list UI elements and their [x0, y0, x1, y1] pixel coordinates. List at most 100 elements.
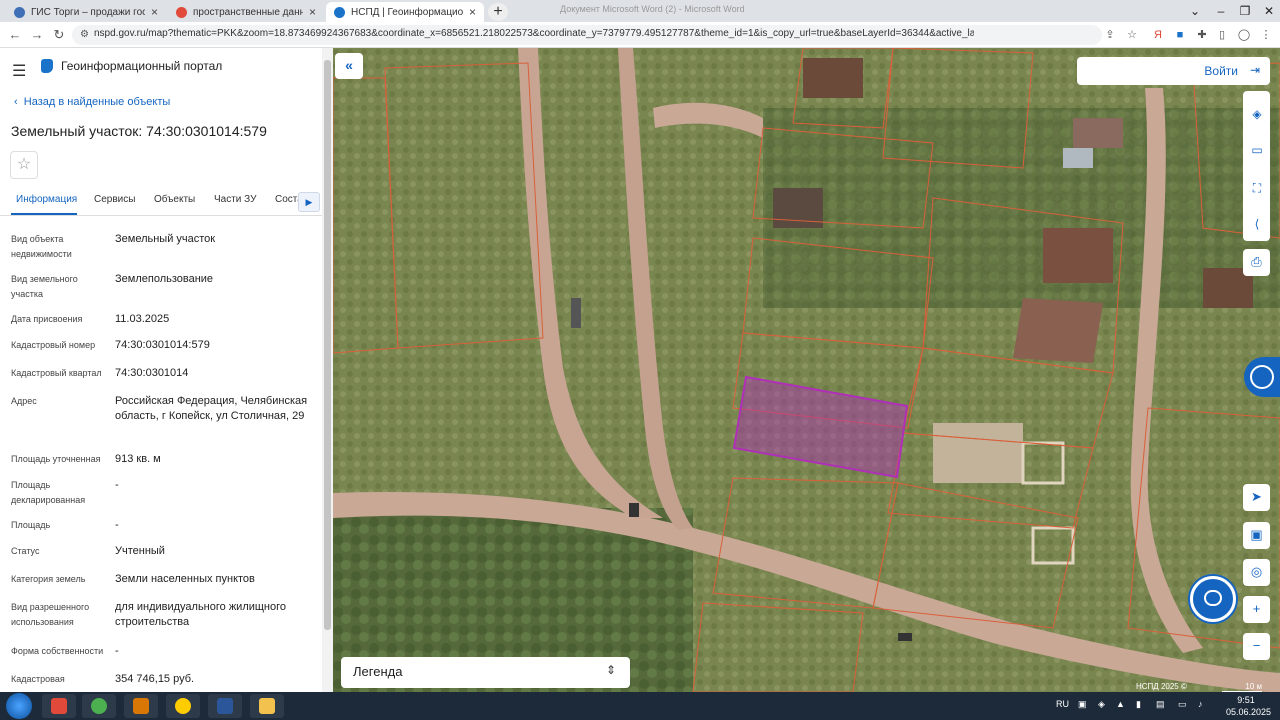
map-tools-panel: ◈ ▭ ⛶ ⟨	[1243, 91, 1270, 241]
feedback-tab-icon[interactable]	[1244, 357, 1280, 397]
attr-value: Учтенный	[115, 545, 165, 557]
clock-time: 9:51	[1237, 695, 1255, 705]
zoom-in-button[interactable]: +	[1243, 596, 1270, 623]
building-roof	[1013, 298, 1103, 363]
extension-icon[interactable]: ■	[1172, 27, 1188, 43]
login-button[interactable]: Войти ⇥	[1077, 57, 1270, 85]
taskbar-clock[interactable]: 9:51 05.06.2025	[1226, 694, 1272, 718]
ruler-icon[interactable]: ▭	[1248, 141, 1266, 159]
new-tab-button[interactable]: +	[488, 3, 508, 21]
panel-tabs: Информация Сервисы Объекты Части ЗУ Сост…	[0, 192, 333, 216]
attr-label: Вид объекта недвижимости	[11, 234, 72, 259]
tab-objects[interactable]: Объекты	[154, 194, 195, 205]
vehicle	[898, 633, 912, 641]
tab-information[interactable]: Информация	[16, 194, 77, 205]
close-tab-icon[interactable]: ×	[469, 5, 476, 19]
collapse-panel-button[interactable]: «	[335, 53, 363, 79]
taskbar-explorer[interactable]	[250, 694, 284, 718]
geolocation-icon[interactable]: ◎	[1243, 559, 1270, 586]
attr-value: Российская Федерация, Челябинская област…	[115, 395, 308, 422]
tab-services[interactable]: Сервисы	[94, 194, 135, 205]
attr-label: Адрес	[11, 396, 37, 406]
bookmark-star-icon[interactable]: ☆	[1124, 27, 1140, 43]
close-window-button[interactable]: ✕	[1254, 0, 1280, 22]
chevron-left-icon: ‹	[14, 96, 24, 108]
clock-date: 05.06.2025	[1226, 707, 1272, 717]
windows-start-button[interactable]	[6, 693, 32, 719]
building-roof	[1063, 148, 1093, 168]
chat-button[interactable]	[1190, 576, 1236, 622]
active-tab-indicator	[11, 213, 77, 215]
map-canvas[interactable]	[333, 48, 1280, 692]
yandex-favicon-icon	[176, 6, 187, 18]
site-info-icon[interactable]: ⚙	[80, 29, 89, 40]
map-scale: 10 м	[1222, 682, 1262, 692]
share-icon[interactable]: ⇪	[1102, 27, 1118, 43]
attr-value: -	[115, 519, 119, 531]
forward-arrow-icon[interactable]: →	[28, 26, 46, 44]
network-icon[interactable]: ▮	[1136, 699, 1141, 710]
attr-label: Кадастровый квартал	[11, 368, 102, 378]
gis-torgi-favicon-icon	[14, 6, 25, 18]
taskbar-chrome[interactable]	[82, 694, 116, 718]
page-title: Земельный участок: 74:30:0301014:579	[11, 123, 267, 139]
object-info-panel: ☰ Геоинформационный портал ‹ Назад в най…	[0, 48, 333, 692]
yandex-extension-icon[interactable]: Я	[1150, 27, 1166, 43]
print-button[interactable]: ⎙	[1243, 249, 1270, 276]
sidepanel-icon[interactable]: ▯	[1214, 27, 1230, 43]
attr-value: Землепользование	[115, 273, 214, 285]
back-arrow-icon[interactable]: ←	[6, 26, 24, 44]
portal-logo-icon	[41, 59, 53, 73]
attr-label: Дата присвоения	[11, 314, 83, 324]
taskbar-word[interactable]	[208, 694, 242, 718]
attr-label: Категория земель	[11, 574, 86, 584]
window-title: Документ Microsoft Word (2) - Microsoft …	[560, 4, 745, 14]
puzzle-icon[interactable]: ✚	[1194, 27, 1210, 43]
vehicle	[571, 298, 581, 328]
reload-icon[interactable]: ↻	[50, 26, 68, 44]
building-roof	[1073, 118, 1123, 148]
attr-label: Вид земельного участка	[11, 274, 78, 299]
zoom-out-button[interactable]: −	[1243, 633, 1270, 660]
attr-label: Кадастровая	[11, 674, 65, 684]
browser-tab-yandex[interactable]: пространственные данные рос ×	[168, 2, 324, 22]
vehicle	[629, 503, 639, 517]
back-to-results-link[interactable]: ‹ Назад в найденные объекты	[14, 96, 170, 108]
tab-composition[interactable]: Состав	[275, 194, 299, 205]
locate-arrow-icon[interactable]: ➤	[1243, 484, 1270, 511]
attr-value: Земли населенных пунктов	[115, 573, 255, 585]
tray-icon[interactable]: ▲	[1116, 699, 1125, 709]
battery-icon[interactable]: ▭	[1178, 699, 1187, 710]
hamburger-menu-icon[interactable]: ☰	[12, 61, 26, 81]
browser-tab-gis-torgi[interactable]: ГИС Торги – продажи государст ×	[6, 2, 166, 22]
tab-label: пространственные данные рос	[193, 6, 303, 18]
scrollbar-thumb[interactable]	[324, 60, 331, 630]
url-text[interactable]: nspd.gov.ru/map?thematic=PKK&zoom=18.873…	[94, 28, 974, 39]
close-tab-icon[interactable]: ×	[309, 5, 316, 19]
volume-icon[interactable]: ♪	[1198, 699, 1203, 709]
taskbar-java[interactable]	[124, 694, 158, 718]
language-indicator[interactable]: RU	[1056, 699, 1069, 709]
avatar[interactable]: ◯	[1236, 27, 1252, 43]
legend-dropdown[interactable]: Легенда ⇕	[341, 657, 630, 688]
attr-value: 74:30:0301014:579	[115, 339, 210, 351]
taskbar-yandex-browser[interactable]	[166, 694, 200, 718]
picture-in-picture-icon[interactable]: ▣	[1243, 522, 1270, 549]
close-tab-icon[interactable]: ×	[151, 5, 158, 19]
menu-kebab-icon[interactable]: ⋮	[1258, 27, 1274, 43]
tray-icon[interactable]: ▣	[1078, 699, 1087, 710]
tray-icon[interactable]: ▤	[1156, 699, 1165, 710]
share-link-icon[interactable]: ⟨	[1248, 215, 1266, 233]
attr-value: для индивидуального жилищного строительс…	[115, 601, 287, 628]
browser-tab-nspd[interactable]: НСПД | Геоинформационный п ×	[326, 2, 484, 22]
attr-label: Вид разрешенного использования	[11, 602, 90, 627]
address-bar[interactable]: ⚙ nspd.gov.ru/map?thematic=PKK&zoom=18.8…	[72, 25, 1137, 45]
tab-parts[interactable]: Части ЗУ	[214, 194, 256, 205]
selection-icon[interactable]: ⛶	[1248, 179, 1266, 197]
tabs-scroll-right-icon[interactable]: ▶	[298, 192, 320, 212]
layers-icon[interactable]: ◈	[1248, 105, 1266, 123]
tray-icon[interactable]: ◈	[1098, 699, 1105, 710]
taskbar-yandex[interactable]	[42, 694, 76, 718]
favorite-star-button[interactable]: ☆	[10, 151, 38, 179]
panel-scrollbar[interactable]	[322, 48, 333, 692]
